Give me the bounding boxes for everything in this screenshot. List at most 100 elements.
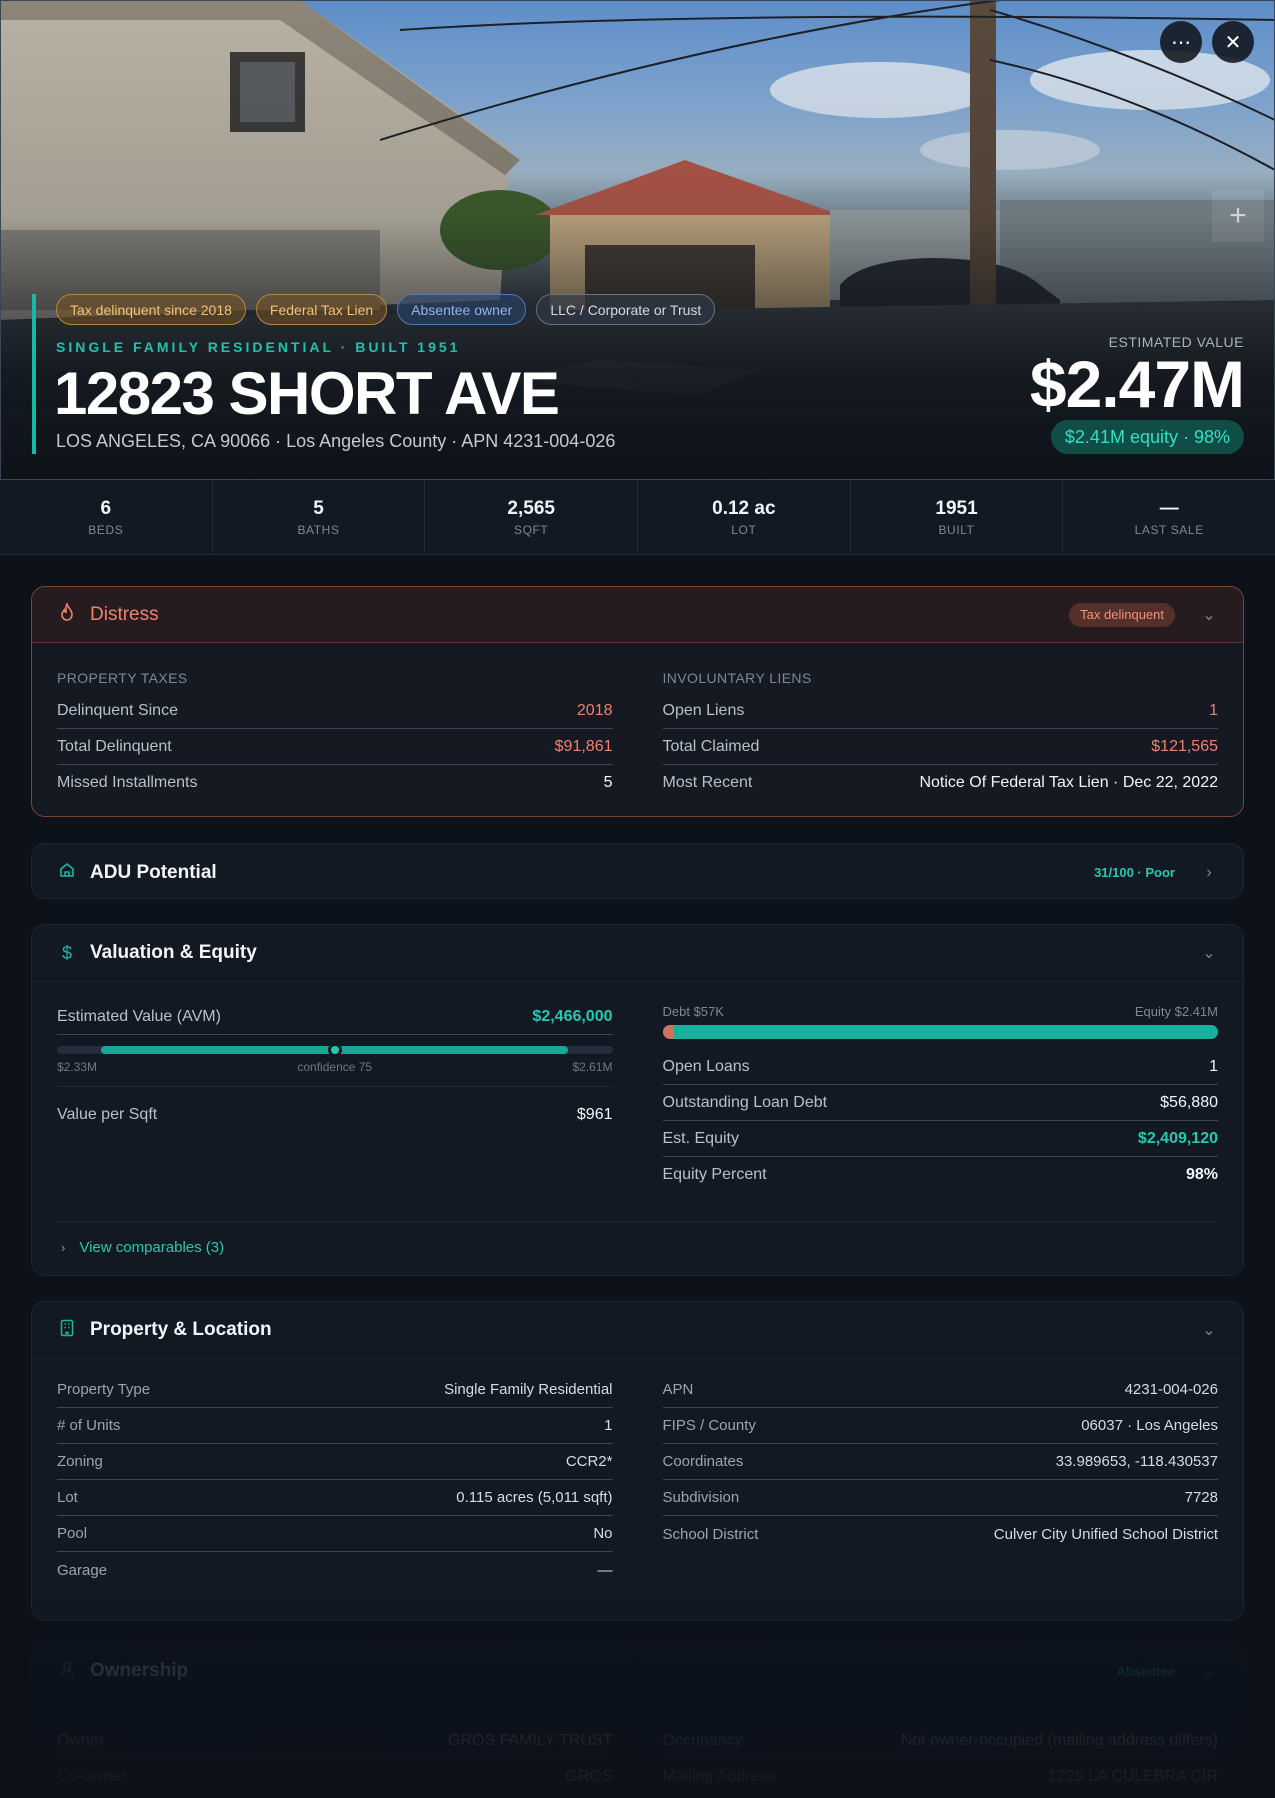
ownership-left-column: Owner GROS FAMILY TRUST Co-owner GROS [57,1723,613,1795]
distress-section: Distress Tax delinquent ⌄ PROPERTY TAXES… [31,586,1244,817]
row-value: Not owner-occupied (mailing address diff… [900,1731,1218,1749]
row-key: Zoning [57,1453,103,1470]
row-key: # of Units [57,1417,121,1434]
property-location-line: LOS ANGELES, CA 90066 · Los Angeles Coun… [56,431,616,451]
stat-label: BATHS [297,522,340,537]
chevron-down-icon[interactable]: ⌄ [1199,943,1219,963]
building-icon [56,1319,78,1342]
involuntary-liens-column: INVOLUNTARY LIENS Open Liens 1 Total Cla… [662,663,1218,801]
chevron-down-icon[interactable]: ⌄ [1199,1320,1219,1340]
tag-absentee-owner[interactable]: Absentee owner [397,294,527,325]
close-icon: ✕ [1224,31,1242,54]
avm-confidence-range [57,1043,613,1057]
row-value: GROS FAMILY TRUST [448,1731,613,1749]
chevron-down-icon[interactable]: ⌄ [1199,1661,1219,1681]
chevron-down-icon[interactable]: ⌄ [1199,605,1219,625]
property-taxes-column: PROPERTY TAXES Delinquent Since 2018 Tot… [57,663,613,801]
close-button[interactable]: ✕ [1212,21,1254,63]
equity-label: Equity $2.41M [1134,1003,1218,1019]
more-options-button[interactable]: ⋯ [1160,21,1202,63]
row-key: FIPS / County [662,1417,756,1434]
row-value: 4231-004-026 [1124,1381,1218,1398]
stat-label: BUILT [938,522,975,537]
row-key: Co-owner [57,1768,127,1785]
row-key: Lot [57,1489,78,1506]
valuation-title: Valuation & Equity [90,942,257,963]
table-row: Open Loans 1 [662,1049,1218,1085]
row-value: 0.115 acres (5,011 sqft) [456,1489,613,1506]
adu-header[interactable]: ADU Potential 31/100 · Poor › [32,844,1243,898]
stat-baths: 5 BATHS [213,480,426,554]
row-value: Single Family Residential [444,1381,613,1398]
view-comparables-row[interactable]: › View comparables (3) [57,1221,1218,1273]
adu-potential-section[interactable]: ADU Potential 31/100 · Poor › [31,843,1244,899]
view-comparables-link[interactable]: View comparables (3) [79,1239,224,1256]
stat-last-sale: — LAST SALE [1063,480,1275,554]
ownership-badge: Absentee [1116,1663,1175,1679]
table-row: Property Type Single Family Residential [57,1372,613,1408]
table-row: Missed Installments 5 [57,765,613,801]
debt-equity-bar [662,1025,1218,1039]
table-row: Delinquent Since 2018 [57,693,613,729]
row-key: Coordinates [662,1453,744,1470]
zoom-in-button[interactable]: + [1212,190,1264,242]
tag-federal-tax-lien[interactable]: Federal Tax Lien [255,294,388,325]
avm-confidence: confidence 75 [297,1060,373,1074]
row-value: Notice Of Federal Tax Lien · Dec 22, 202… [919,774,1218,791]
row-value: 1 [1209,701,1218,719]
chevron-right-icon[interactable]: › [1199,864,1219,882]
tag-llc-corporate-trust[interactable]: LLC / Corporate or Trust [536,294,716,325]
row-key: Mailing Address [662,1768,776,1785]
row-key: Most Recent [662,774,753,791]
avm-column: Estimated Value (AVM) $2,466,000 $2.33M … [57,999,613,1193]
property-body: Property Type Single Family Residential #… [32,1359,1243,1588]
row-key: Pool [57,1525,88,1542]
row-key: Est. Equity [662,1129,739,1147]
row-key: Delinquent Since [57,701,178,719]
stat-value: 5 [313,497,324,519]
valuation-equity-section: $ Valuation & Equity ⌄ Estimated Value (… [31,924,1244,1276]
distress-body: PROPERTY TAXES Delinquent Since 2018 Tot… [32,643,1243,801]
row-value: $56,880 [1160,1093,1218,1111]
table-row: Equity Percent 98% [663,1157,1219,1193]
equity-pill: $2.41M equity · 98% [1050,420,1244,454]
table-row: Zoning CCR2* [57,1444,613,1480]
ownership-body: Owner GROS FAMILY TRUST Co-owner GROS Occu… [32,1701,1243,1795]
row-key: Open Liens [662,701,745,719]
row-value: $961 [576,1105,613,1123]
tag-tax-delinquent[interactable]: Tax delinquent since 2018 [56,294,246,325]
stat-value: 6 [100,497,112,519]
stat-label: SQFT [513,522,549,537]
property-address: 12823 SHORT AVE [54,360,560,427]
row-key: Garage [57,1561,108,1579]
table-row: Outstanding Loan Debt $56,880 [662,1085,1218,1121]
property-taxes-label: PROPERTY TAXES [57,670,188,686]
stat-label: LAST SALE [1134,522,1204,537]
row-key: Property Type [57,1381,151,1398]
property-title: Property & Location [90,1319,272,1340]
property-left-column: Property Type Single Family Residential #… [57,1372,613,1588]
ownership-header[interactable]: Ownership Absentee ⌄ [32,1641,1243,1701]
stat-value: 1951 [935,497,978,519]
row-value: 1 [1209,1057,1218,1075]
avm-high: $2.61M [572,1060,613,1074]
row-key: Missed Installments [57,774,198,791]
avm-estimate-marker [327,1043,342,1057]
table-row: Subdivision 7728 [662,1480,1218,1516]
table-row: School District Culver City Unified Schoo… [663,1516,1219,1552]
equity-column: Debt $57K Equity $2.41M Open Loans 1 Out… [662,999,1219,1193]
row-value: 5 [603,774,613,791]
user-icon [56,1661,78,1682]
row-key: Value per Sqft [57,1105,158,1123]
row-value: 98% [1185,1166,1218,1183]
property-subtype: SINGLE FAMILY RESIDENTIAL · BUILT 1951 [56,339,461,355]
row-value: Culver City Unified School District [993,1525,1218,1543]
row-key: Owner [57,1731,105,1749]
avm-scale: $2.33M confidence 75 $2.61M [57,1060,613,1074]
avm-low: $2.33M [57,1060,98,1074]
property-header[interactable]: Property & Location ⌄ [32,1302,1243,1359]
avm-label: Estimated Value (AVM) [57,1007,221,1025]
valuation-header[interactable]: $ Valuation & Equity ⌄ [32,925,1243,982]
property-hero: ⋯ ✕ + Tax delinquent since 2018 Federal … [0,0,1275,480]
distress-header[interactable]: Distress Tax delinquent ⌄ [32,587,1243,643]
